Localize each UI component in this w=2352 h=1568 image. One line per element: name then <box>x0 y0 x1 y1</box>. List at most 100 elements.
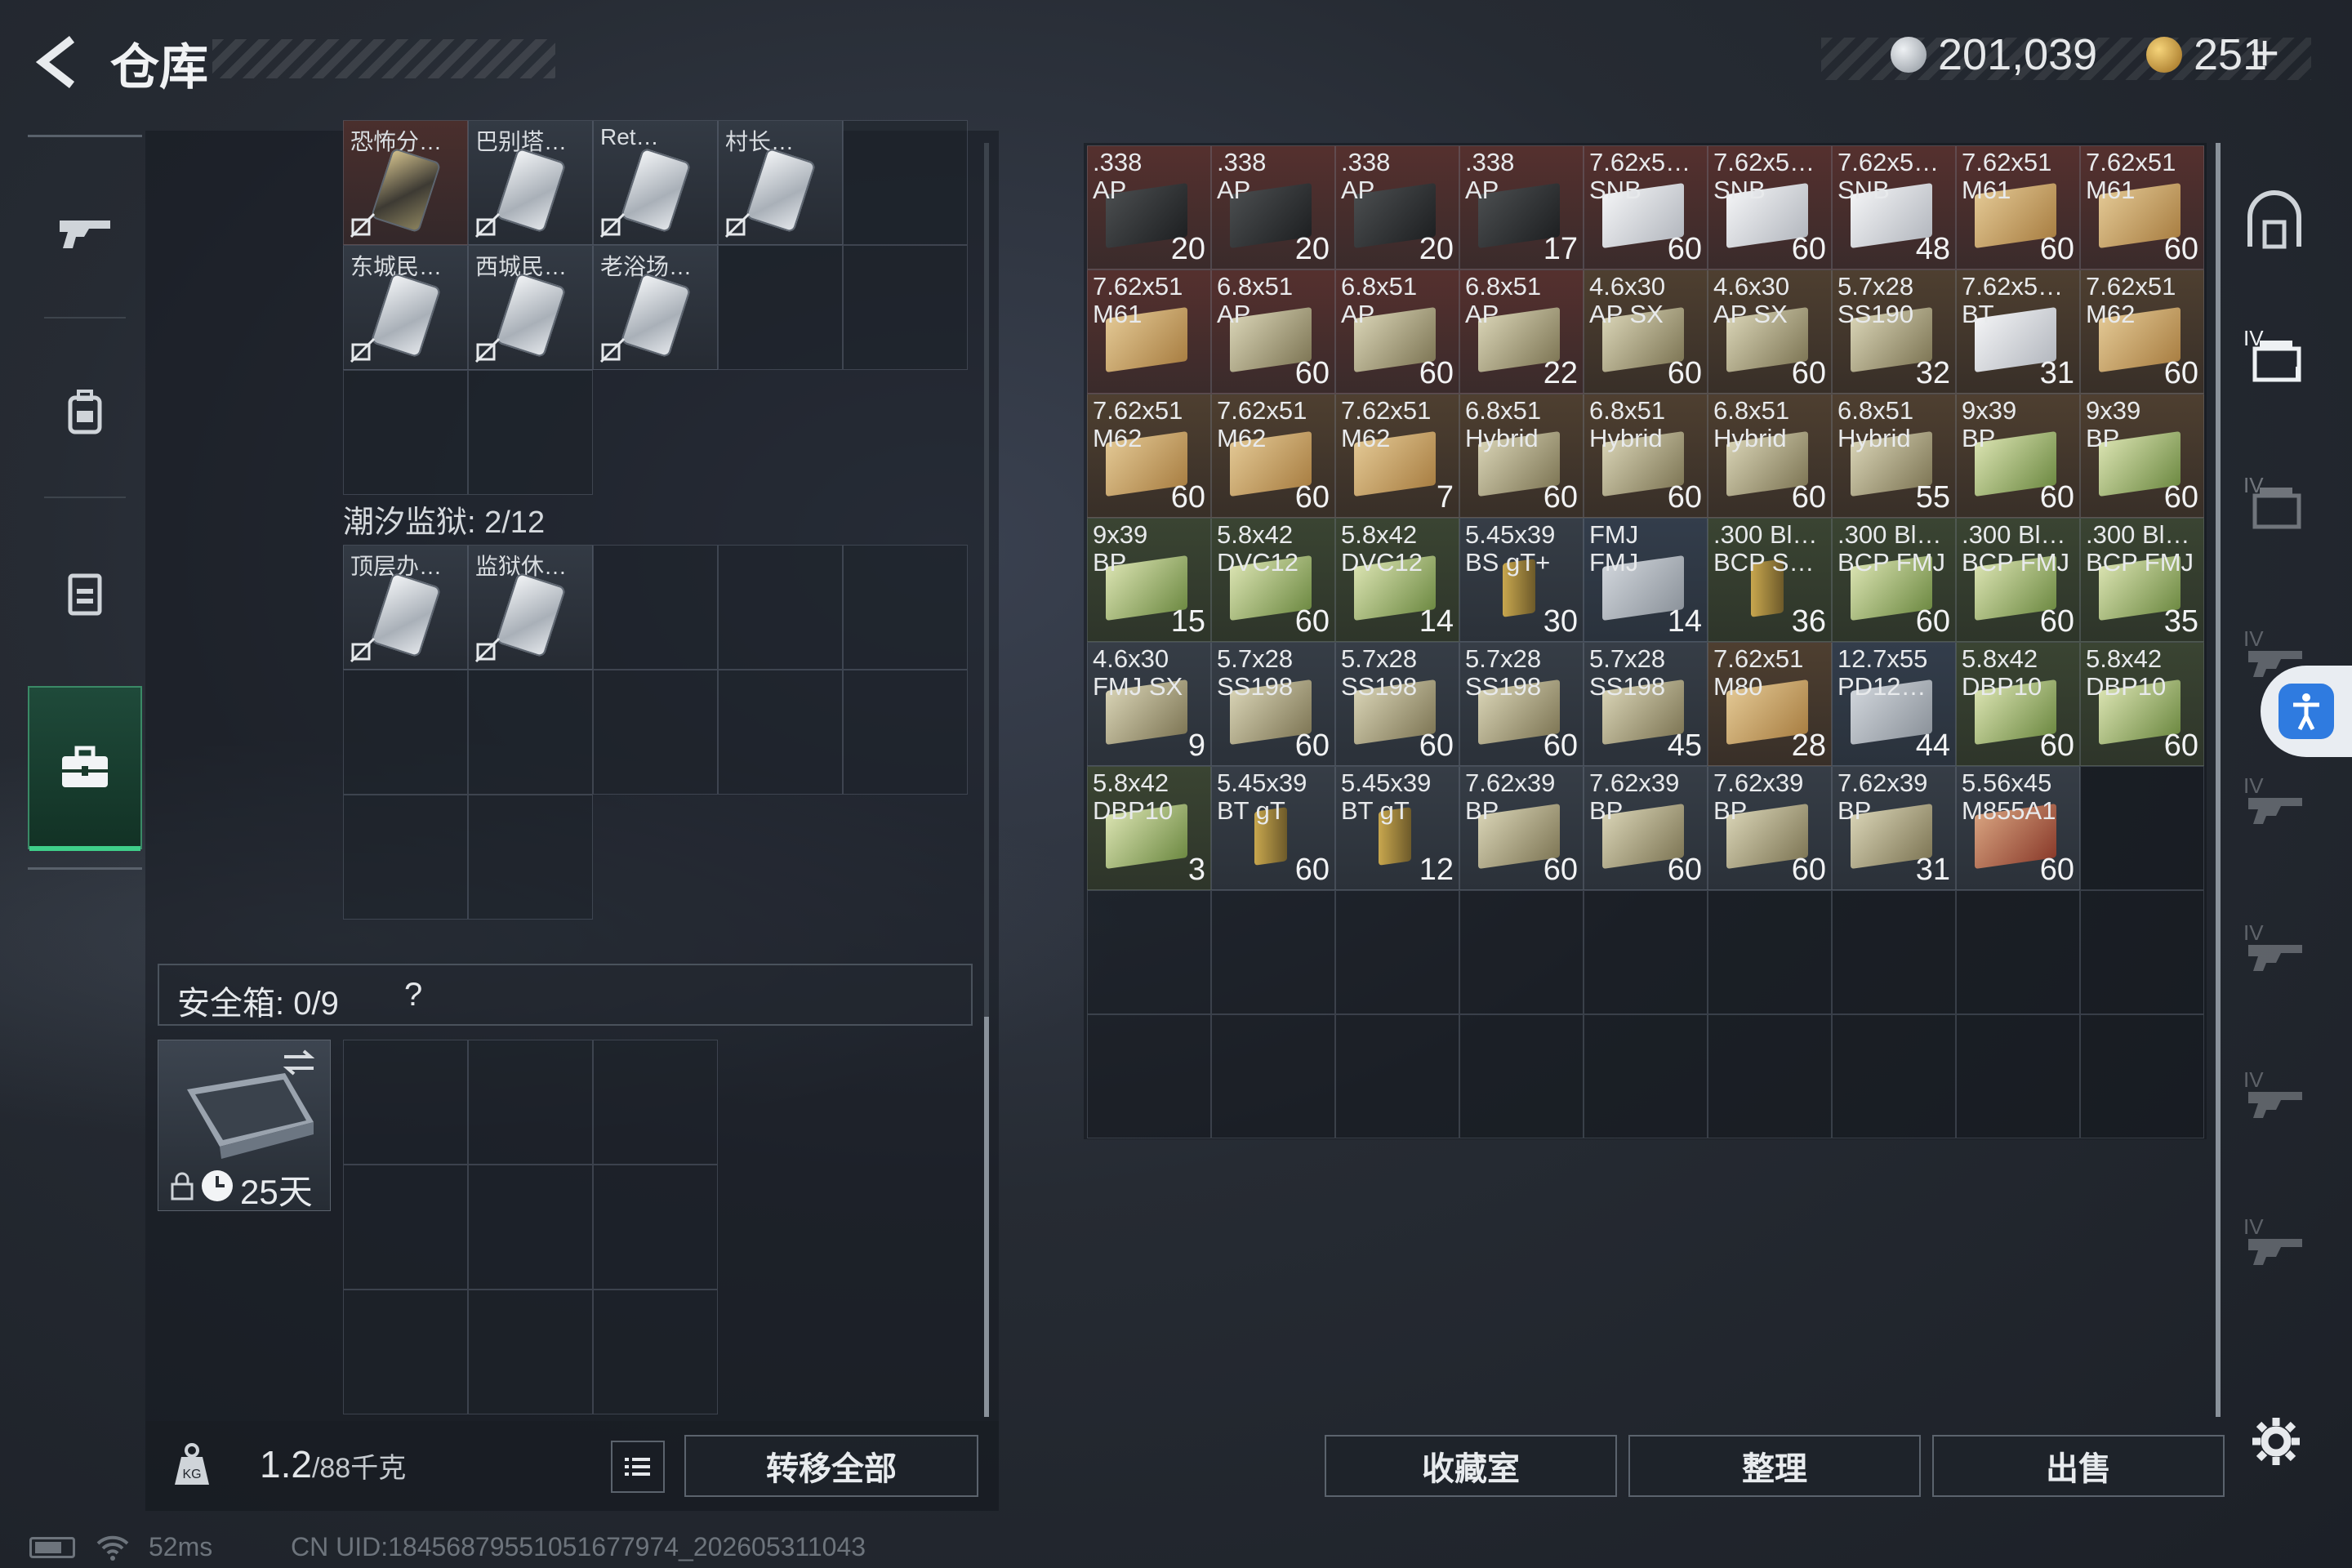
ammo-item[interactable]: FMJ FMJ 14 <box>1584 518 1708 642</box>
top-bar: 仓库 201,039 251 + <box>0 0 2352 122</box>
key-card-item[interactable]: 恐怖分… <box>343 120 468 245</box>
ammo-item[interactable]: 7.62x5… BT 31 <box>1956 270 2080 394</box>
transfer-all-button[interactable]: 转移全部 <box>684 1435 978 1497</box>
ammo-type: SNB <box>1838 176 1890 204</box>
ammo-item[interactable]: 7.62x39 BP 60 <box>1459 766 1584 890</box>
ammo-item[interactable]: 7.62x51 M62 60 <box>1087 394 1211 518</box>
ammo-item[interactable]: 5.8x42 DVC12 14 <box>1335 518 1459 642</box>
grid-cell <box>593 670 718 795</box>
ammo-item[interactable]: 6.8x51 Hybrid 60 <box>1584 394 1708 518</box>
ammo-item[interactable]: 6.8x51 AP 60 <box>1335 270 1459 394</box>
nav-backpack[interactable] <box>28 331 142 494</box>
ammo-item[interactable]: 5.45x39 BS gT+ 30 <box>1459 518 1584 642</box>
ammo-item[interactable]: 7.62x5… SNB 48 <box>1832 145 1956 270</box>
key-card-item[interactable]: 巴别塔… <box>468 120 593 245</box>
ammo-quantity: 35 <box>2163 604 2198 639</box>
ammo-item[interactable]: 4.6x30 AP SX 60 <box>1708 270 1832 394</box>
rail-tab-1[interactable]: IV <box>2238 323 2311 388</box>
ammo-item[interactable]: .300 Bl… BCP FMJ 35 <box>2080 518 2204 642</box>
ammo-item[interactable]: .338 AP 20 <box>1087 145 1211 270</box>
ammo-empty-cell <box>1708 1014 1832 1138</box>
nav-vest[interactable] <box>28 510 142 674</box>
ammo-item[interactable]: 6.8x51 Hybrid 60 <box>1459 394 1584 518</box>
ammo-item[interactable]: 7.62x39 BP 60 <box>1708 766 1832 890</box>
ammo-caliber: 5.45x39 <box>1465 520 1556 549</box>
ammo-type: M61 <box>1093 300 1143 328</box>
right-scrollbar[interactable] <box>2216 143 2221 1417</box>
ammo-item[interactable]: 6.8x51 Hybrid 60 <box>1708 394 1832 518</box>
prison-section-label: 潮汐监狱: 2/12 <box>343 506 546 540</box>
ammo-item[interactable]: 5.56x45 M855A1 60 <box>1956 766 2080 890</box>
left-scroll-thumb[interactable] <box>984 1017 989 1417</box>
rail-tab-4[interactable]: IV <box>2238 768 2311 833</box>
ammo-item[interactable]: 6.8x51 AP 60 <box>1211 270 1335 394</box>
rail-tab-2[interactable]: IV <box>2238 470 2311 535</box>
ammo-item[interactable]: 12.7x55 PD12… 44 <box>1832 642 1956 766</box>
settings-gear-icon[interactable] <box>2247 1413 2305 1470</box>
left-scrollbar[interactable] <box>984 143 989 1417</box>
collection-room-button[interactable]: 收藏室 <box>1325 1435 1617 1497</box>
ammo-item[interactable]: 5.7x28 SS198 60 <box>1335 642 1459 766</box>
ammo-item[interactable]: .338 AP 17 <box>1459 145 1584 270</box>
ammo-item[interactable]: 9x39 BP 15 <box>1087 518 1211 642</box>
rail-tab-7[interactable]: IV <box>2238 1209 2311 1274</box>
ammo-item[interactable]: 4.6x30 AP SX 60 <box>1584 270 1708 394</box>
ammo-item[interactable]: 5.7x28 SS190 32 <box>1832 270 1956 394</box>
key-card-item[interactable]: 顶层办… <box>343 545 468 670</box>
rail-tab-5[interactable]: IV <box>2238 915 2311 980</box>
ammo-quantity: 60 <box>2163 356 2198 390</box>
ammo-item[interactable]: .300 Bl… BCP FMJ 60 <box>1832 518 1956 642</box>
ammo-item[interactable]: .338 AP 20 <box>1211 145 1335 270</box>
ammo-item[interactable]: 5.8x42 DBP10 60 <box>2080 642 2204 766</box>
nav-weapons[interactable] <box>28 151 142 314</box>
help-icon[interactable]: ? <box>404 977 422 1013</box>
key-card-item[interactable]: Ret… <box>593 120 718 245</box>
safe-case-item[interactable]: 25天 <box>158 1040 331 1211</box>
key-card-item[interactable]: 监狱休… <box>468 545 593 670</box>
ammo-item[interactable]: 7.62x5… SNB 60 <box>1708 145 1832 270</box>
ammo-item[interactable]: 4.6x30 FMJ SX 9 <box>1087 642 1211 766</box>
ammo-item[interactable]: 9x39 BP 60 <box>2080 394 2204 518</box>
ammo-item[interactable]: 7.62x51 M61 60 <box>2080 145 2204 270</box>
accessibility-button[interactable] <box>2261 666 2352 757</box>
key-card-item[interactable]: 东城民… <box>343 245 468 370</box>
ammo-item[interactable]: 7.62x51 M62 60 <box>1211 394 1335 518</box>
ammo-item[interactable]: .338 AP 20 <box>1335 145 1459 270</box>
ammo-item[interactable]: 5.8x42 DBP10 60 <box>1956 642 2080 766</box>
ammo-item[interactable]: 7.62x51 M62 7 <box>1335 394 1459 518</box>
clock-icon <box>202 1170 233 1201</box>
ammo-item[interactable]: 5.7x28 SS198 45 <box>1584 642 1708 766</box>
ammo-item[interactable]: 5.8x42 DVC12 60 <box>1211 518 1335 642</box>
rail-home[interactable] <box>2238 188 2311 253</box>
ammo-item[interactable]: 6.8x51 Hybrid 55 <box>1832 394 1956 518</box>
sell-button[interactable]: 出售 <box>1932 1435 2225 1497</box>
ammo-item[interactable]: 7.62x39 BP 31 <box>1832 766 1956 890</box>
add-currency-button[interactable]: + <box>2250 24 2279 82</box>
ammo-quantity: 7 <box>1436 480 1454 514</box>
sort-button[interactable]: 整理 <box>1628 1435 1921 1497</box>
ammo-item[interactable]: 7.62x51 M62 60 <box>2080 270 2204 394</box>
safe-grid-cell <box>343 1040 468 1165</box>
key-card-item[interactable]: 老浴场… <box>593 245 718 370</box>
swap-icon[interactable] <box>281 1049 317 1076</box>
key-card-item[interactable]: 西城民… <box>468 245 593 370</box>
nav-stash[interactable] <box>28 686 142 851</box>
ammo-item[interactable]: 7.62x39 BP 60 <box>1584 766 1708 890</box>
ammo-item[interactable]: 9x39 BP 60 <box>1956 394 2080 518</box>
ammo-item[interactable]: 6.8x51 AP 22 <box>1459 270 1584 394</box>
ammo-item[interactable]: 7.62x51 M61 <box>1087 270 1211 394</box>
key-card-item[interactable]: 村长… <box>718 120 843 245</box>
ammo-item[interactable]: 7.62x5… SNB 60 <box>1584 145 1708 270</box>
list-view-button[interactable] <box>611 1441 665 1493</box>
ammo-item[interactable]: 5.7x28 SS198 60 <box>1459 642 1584 766</box>
rail-tab-6[interactable]: IV <box>2238 1062 2311 1127</box>
ammo-item[interactable]: 7.62x51 M61 60 <box>1956 145 2080 270</box>
ammo-item[interactable]: 5.7x28 SS198 60 <box>1211 642 1335 766</box>
ammo-item[interactable]: 5.45x39 BT gT 60 <box>1211 766 1335 890</box>
ammo-item[interactable]: 7.62x51 M80 28 <box>1708 642 1832 766</box>
ammo-item[interactable]: .300 Bl… BCP FMJ 60 <box>1956 518 2080 642</box>
back-arrow-icon[interactable] <box>24 29 90 95</box>
ammo-item[interactable]: 5.8x42 DBP10 3 <box>1087 766 1211 890</box>
ammo-item[interactable]: .300 Bl… BCP S… 36 <box>1708 518 1832 642</box>
ammo-item[interactable]: 5.45x39 BT gT 12 <box>1335 766 1459 890</box>
